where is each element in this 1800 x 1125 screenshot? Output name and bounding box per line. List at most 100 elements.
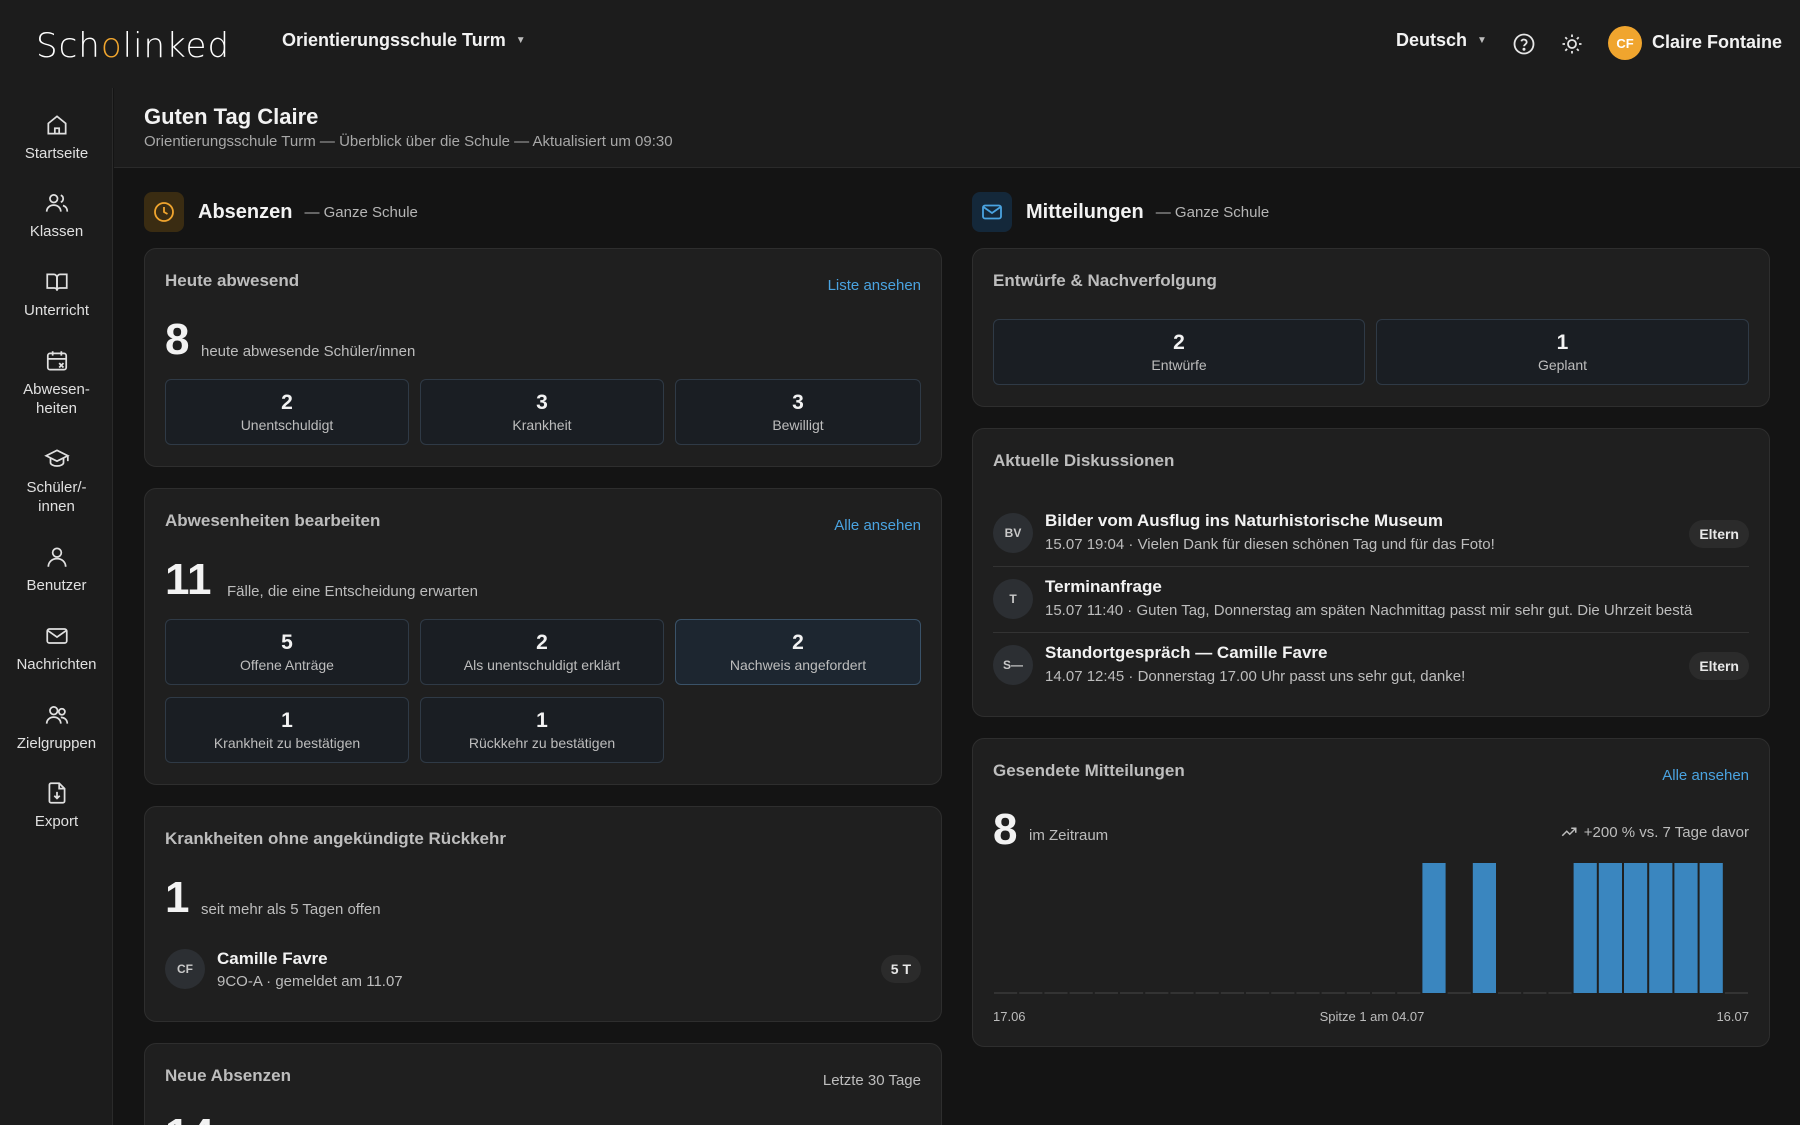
sidebar-item-label: Klassen bbox=[29, 223, 84, 240]
sidebar-item-klassen[interactable]: Klassen bbox=[0, 190, 113, 241]
group-icon bbox=[45, 706, 68, 724]
chart-bar-12.07[interactable] bbox=[1624, 863, 1648, 993]
stat-unexcused[interactable]: 2 Unentschuldigt bbox=[165, 379, 409, 445]
chart-bar-10.07[interactable] bbox=[1573, 863, 1597, 993]
user-name[interactable]: Claire Fontaine bbox=[1652, 32, 1782, 53]
edit-count: 11 bbox=[165, 555, 212, 604]
card-title: Krankheiten ohne angekündigte Rückkehr bbox=[165, 829, 507, 848]
chart-bar-02.07[interactable] bbox=[1372, 992, 1396, 994]
chart-bar-20.06[interactable] bbox=[1069, 992, 1093, 994]
stat-drafts[interactable]: 2 Entwürfe bbox=[993, 319, 1365, 385]
view-all-link[interactable]: Alle ansehen bbox=[1662, 767, 1749, 784]
stat-value: 5 bbox=[281, 631, 293, 654]
chart-bar-07.07[interactable] bbox=[1498, 992, 1522, 994]
chart-bar-18.06[interactable] bbox=[1019, 992, 1043, 994]
student-name[interactable]: Camille Favre bbox=[217, 949, 328, 969]
stat-illness-to-confirm[interactable]: 1 Krankheit zu bestätigen bbox=[165, 697, 409, 763]
illness-count: 1 bbox=[165, 873, 190, 922]
discussion-item[interactable]: S— Standortgespräch — Camille Favre 14.0… bbox=[993, 633, 1749, 699]
chart-bar-15.07[interactable] bbox=[1699, 863, 1723, 993]
avatar: CF bbox=[165, 949, 205, 989]
sidebar-item-export[interactable]: Export bbox=[0, 780, 113, 831]
chart-bar-06.07[interactable] bbox=[1472, 863, 1496, 993]
edit-absences-card: Abwesenheiten bearbeiten Alle ansehen 11… bbox=[144, 488, 942, 785]
chart-bar-24.06[interactable] bbox=[1170, 992, 1194, 994]
section-title: Mitteilungen bbox=[1026, 200, 1144, 223]
stat-label: Rückkehr zu bestätigen bbox=[468, 735, 616, 751]
chart-bar-28.06[interactable] bbox=[1271, 992, 1295, 994]
chevron-down-icon: ▼ bbox=[1477, 35, 1487, 46]
avatar: BV bbox=[993, 513, 1033, 553]
stat-scheduled[interactable]: 1 Geplant bbox=[1376, 319, 1749, 385]
chart-bar-29.06[interactable] bbox=[1296, 992, 1320, 994]
student-details: 9CO-A · gemeldet am 11.07 bbox=[217, 973, 403, 990]
chart-bar-14.07[interactable] bbox=[1674, 863, 1698, 993]
sidebar-item-benutzer[interactable]: Benutzer bbox=[0, 544, 113, 595]
chart-bar-17.06[interactable] bbox=[994, 992, 1018, 994]
language-selector[interactable]: Deutsch ▼ bbox=[1396, 30, 1487, 51]
sidebar-item-label: Benutzer bbox=[26, 577, 87, 594]
trend-text: +200 % vs. 7 Tage davor bbox=[1583, 823, 1749, 841]
stat-declared-unexcused[interactable]: 2 Als unentschuldigt erklärt bbox=[420, 619, 664, 685]
chart-bar-30.06[interactable] bbox=[1321, 992, 1345, 994]
stat-label: Bewilligt bbox=[772, 417, 824, 433]
today-absent-count: 8 bbox=[165, 315, 190, 364]
stat-value: 1 bbox=[1556, 331, 1569, 354]
sidebar-item-label: Abwesen- heiten bbox=[23, 381, 90, 417]
stat-label: Als unentschuldigt erklärt bbox=[463, 657, 621, 673]
chart-bar-16.07[interactable] bbox=[1724, 992, 1748, 994]
user-avatar[interactable]: CF bbox=[1608, 26, 1642, 60]
chart-bar-19.06[interactable] bbox=[1044, 992, 1068, 994]
chart-bar-04.07[interactable] bbox=[1422, 863, 1446, 993]
discussion-title: Terminanfrage bbox=[1045, 577, 1162, 596]
discussion-preview: 15.07 11:40 · Guten Tag, Donnerstag am s… bbox=[1045, 602, 1693, 619]
stat-open-requests[interactable]: 5 Offene Anträge bbox=[165, 619, 409, 685]
stat-approved[interactable]: 3 Bewilligt bbox=[675, 379, 921, 445]
sidebar-item-unterricht[interactable]: Unterricht bbox=[0, 269, 113, 320]
today-absent-card: Heute abwesend Liste ansehen 8 heute abw… bbox=[144, 248, 942, 467]
chart-bar-13.07[interactable] bbox=[1649, 863, 1673, 993]
discussion-item[interactable]: T Terminanfrage 15.07 11:40 · Guten Tag,… bbox=[993, 567, 1749, 633]
chart-bar-27.06[interactable] bbox=[1246, 992, 1270, 994]
discussion-item[interactable]: BV Bilder vom Ausflug ins Naturhistorisc… bbox=[993, 501, 1749, 567]
chart-bar-26.06[interactable] bbox=[1220, 992, 1244, 994]
chart-bar-25.06[interactable] bbox=[1195, 992, 1219, 994]
chart-bar-01.07[interactable] bbox=[1346, 992, 1370, 994]
help-icon[interactable] bbox=[1510, 30, 1538, 58]
chart-bar-23.06[interactable] bbox=[1145, 992, 1169, 994]
sidebar-item-label: Nachrichten bbox=[16, 656, 97, 673]
view-all-link[interactable]: Alle ansehen bbox=[834, 517, 921, 534]
sidebar-item-startseite[interactable]: Startseite bbox=[0, 112, 113, 163]
app-logo[interactable]: Scholinked bbox=[36, 26, 230, 66]
discussion-title: Standortgespräch — Camille Favre bbox=[1045, 643, 1328, 662]
card-title: Aktuelle Diskussionen bbox=[993, 451, 1175, 470]
user-icon bbox=[46, 547, 67, 567]
card-title: Gesendete Mitteilungen bbox=[993, 761, 1185, 780]
chart-bar-03.07[interactable] bbox=[1397, 992, 1421, 994]
new-absences-card: Neue Absenzen Letzte 30 Tage 14 bbox=[144, 1043, 942, 1125]
stat-illness[interactable]: 3 Krankheit bbox=[420, 379, 664, 445]
stat-proof-requested[interactable]: 2 Nachweis angefordert bbox=[675, 619, 921, 685]
sidebar-item-schueler[interactable]: Schüler/- innen bbox=[0, 446, 113, 516]
sent-messages-card: Gesendete Mitteilungen Alle ansehen 8 im… bbox=[972, 738, 1770, 1047]
sidebar-item-nachrichten[interactable]: Nachrichten bbox=[0, 623, 113, 674]
view-list-link[interactable]: Liste ansehen bbox=[828, 277, 921, 294]
sidebar-item-zielgruppen[interactable]: Zielgruppen bbox=[0, 702, 113, 753]
theme-sun-icon[interactable] bbox=[1558, 30, 1586, 58]
stat-return-to-confirm[interactable]: 1 Rückkehr zu bestätigen bbox=[420, 697, 664, 763]
chart-bar-11.07[interactable] bbox=[1598, 863, 1622, 993]
school-selector[interactable]: Orientierungsschule Turm ▼ bbox=[282, 30, 526, 51]
illness-count-label: seit mehr als 5 Tagen offen bbox=[201, 901, 381, 918]
trend-indicator: +200 % vs. 7 Tage davor bbox=[1560, 823, 1749, 841]
chart-bar-21.06[interactable] bbox=[1094, 992, 1118, 994]
section-title: Absenzen bbox=[198, 200, 293, 223]
stat-label: Krankheit zu bestätigen bbox=[213, 735, 361, 751]
chart-bar-08.07[interactable] bbox=[1523, 992, 1547, 994]
chart-bar-09.07[interactable] bbox=[1548, 992, 1572, 994]
chart-bar-05.07[interactable] bbox=[1447, 992, 1471, 994]
axis-peak-label: Spitze 1 am 04.07 bbox=[1319, 1009, 1425, 1024]
chart-bar-22.06[interactable] bbox=[1120, 992, 1144, 994]
school-name: Orientierungsschule Turm bbox=[282, 30, 506, 50]
sidebar-item-abwesenheiten[interactable]: Abwesen- heiten bbox=[0, 348, 113, 418]
stat-value: 1 bbox=[281, 709, 293, 732]
